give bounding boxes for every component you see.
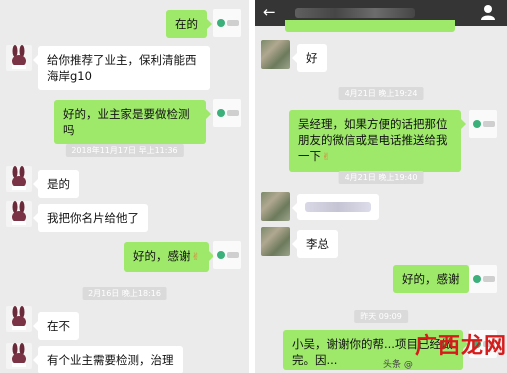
self-avatar[interactable] [469,110,497,138]
message-bubble-received[interactable]: 李总 [292,230,338,258]
timestamp: 4月21日 晚上19:24 [338,87,424,100]
profile-icon[interactable] [481,4,495,24]
partial-message-bubble [285,20,455,32]
contact-avatar[interactable] [6,201,32,227]
timestamp: 4月21日 晚上19:40 [338,171,424,184]
self-avatar[interactable] [213,9,241,37]
message-bubble-received[interactable]: 给你推荐了业主，保利清能西海岸g10 [33,46,210,90]
message-bubble-sent[interactable]: 在的 [166,10,212,38]
message-bubble-received[interactable]: 在不 [33,312,79,340]
contact-avatar[interactable] [6,343,32,369]
message-text: 是的 [47,177,70,191]
message-text: 好的，感谢 [133,249,191,263]
message-bubble-sent[interactable]: 好的，感谢 [393,265,473,293]
contact-avatar[interactable] [261,40,290,69]
message-text: 在的 [175,17,198,31]
message-text: 李总 [306,237,329,251]
right-chat-panel: ← 好 4月21日 晚上19:24 吴经理，如果方便的话把那位朋友的微信或是电话… [255,0,507,373]
message-text: 好的，业主家是要做检测吗 [63,107,190,137]
contact-avatar[interactable] [6,306,32,332]
message-bubble-sent[interactable]: 吴经理，如果方便的话把那位朋友的微信或是电话推送给我一下✌ [289,110,466,172]
message-text: 在不 [47,319,70,333]
self-avatar[interactable] [469,265,497,293]
blurred-contact-name [295,8,415,18]
message-text: 好 [306,51,318,65]
message-text: 给你推荐了业主，保利清能西海岸g10 [47,53,197,83]
message-text: 吴经理，如果方便的话把那位朋友的微信或是电话推送给我一下 [298,117,448,163]
message-text: 我把你名片给他了 [47,211,139,225]
message-bubble-sent[interactable]: 好的，业主家是要做检测吗 [54,100,211,144]
watermark-source: 头条 @ [383,360,413,370]
watermark-logo: 广西龙网 [415,334,507,359]
contact-avatar[interactable] [261,227,290,256]
contact-avatar[interactable] [6,166,32,192]
handshake-emoji-icon: ✌ [322,152,331,163]
message-text: 好的，感谢 [402,272,460,286]
self-avatar[interactable] [213,99,241,127]
message-bubble-received[interactable]: 是的 [33,170,79,198]
timestamp: 2月16日 晚上18:16 [82,287,167,300]
timestamp: 2018年11月17日 早上11:36 [65,144,184,157]
blurred-contact-card [305,202,371,212]
left-chat-panel: 在的 给你推荐了业主，保利清能西海岸g10 好的，业主家是要做检测吗 2018年… [0,0,249,373]
self-avatar[interactable] [213,241,241,269]
contact-avatar[interactable] [261,192,290,221]
message-bubble-received[interactable]: 好 [292,44,327,72]
handshake-emoji-icon: ✌ [191,252,200,263]
contact-avatar[interactable] [6,45,32,71]
message-bubble-sent[interactable]: 好的，感谢✌ [124,242,214,272]
back-arrow-icon[interactable]: ← [263,3,276,21]
message-bubble-received[interactable]: 有个业主需要检测，治理 [33,346,183,373]
message-text: 有个业主需要检测，治理 [47,353,174,367]
timestamp: 昨天 09:09 [354,310,408,323]
message-bubble-received[interactable] [292,194,379,220]
message-bubble-received[interactable]: 我把你名片给他了 [33,204,148,232]
